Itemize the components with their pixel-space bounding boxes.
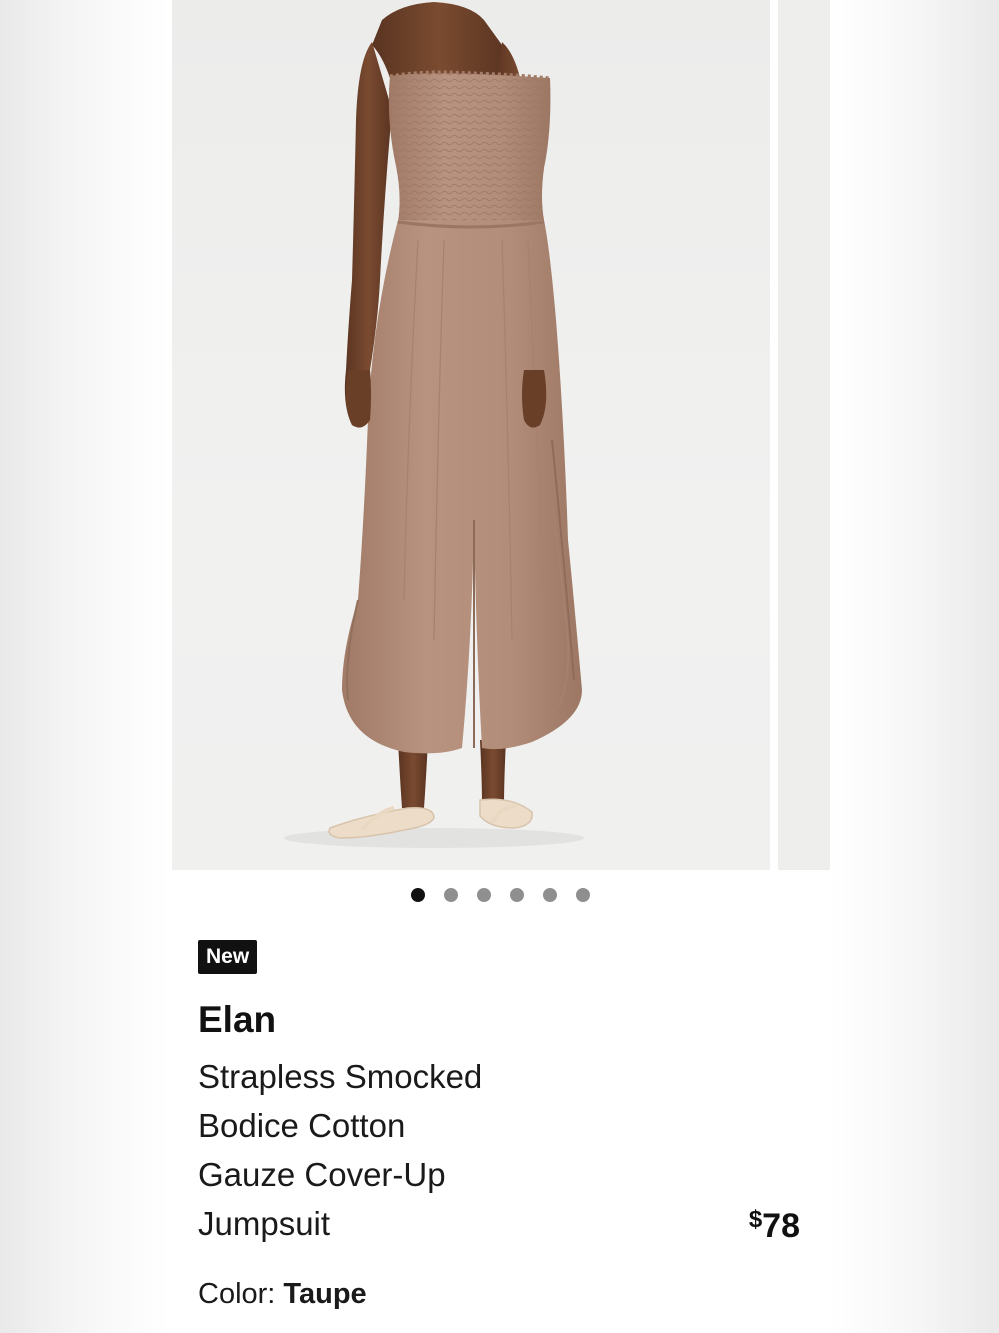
model-wearing-jumpsuit-image xyxy=(284,2,584,848)
product-card[interactable]: New Elan Strapless Smocked Bodice Cotton… xyxy=(170,0,830,1333)
price-currency-symbol: $ xyxy=(748,1206,763,1233)
next-product-image xyxy=(778,0,830,870)
product-image-main[interactable] xyxy=(172,0,770,870)
color-value: Taupe xyxy=(283,1278,367,1310)
carousel-dot-2[interactable] xyxy=(443,888,458,902)
carousel-dot-4[interactable] xyxy=(509,888,524,902)
new-badge: New xyxy=(198,940,258,974)
product-title-line-2: Bodice Cotton xyxy=(198,1107,406,1144)
carousel-dot-1-active[interactable] xyxy=(410,888,425,902)
carousel-dot-5[interactable] xyxy=(542,888,557,902)
product-color: Color: Taupe xyxy=(198,1274,367,1314)
product-title-line-1: Strapless Smocked xyxy=(198,1058,483,1095)
product-price: $78 xyxy=(749,1198,800,1248)
price-amount: 78 xyxy=(762,1207,800,1245)
product-image-carousel[interactable] xyxy=(170,0,830,870)
carousel-dot-3[interactable] xyxy=(476,888,491,902)
carousel-pagination xyxy=(170,884,830,906)
product-title[interactable]: Strapless Smocked Bodice Cotton Gauze Co… xyxy=(198,1052,528,1248)
product-brand[interactable]: Elan xyxy=(198,996,276,1044)
color-label: Color: xyxy=(198,1278,276,1310)
product-title-line-4: Jumpsuit xyxy=(198,1205,331,1242)
carousel-dot-6[interactable] xyxy=(575,888,590,902)
product-image-next-preview[interactable] xyxy=(778,0,830,870)
product-title-line-3: Gauze Cover-Up xyxy=(198,1156,446,1193)
